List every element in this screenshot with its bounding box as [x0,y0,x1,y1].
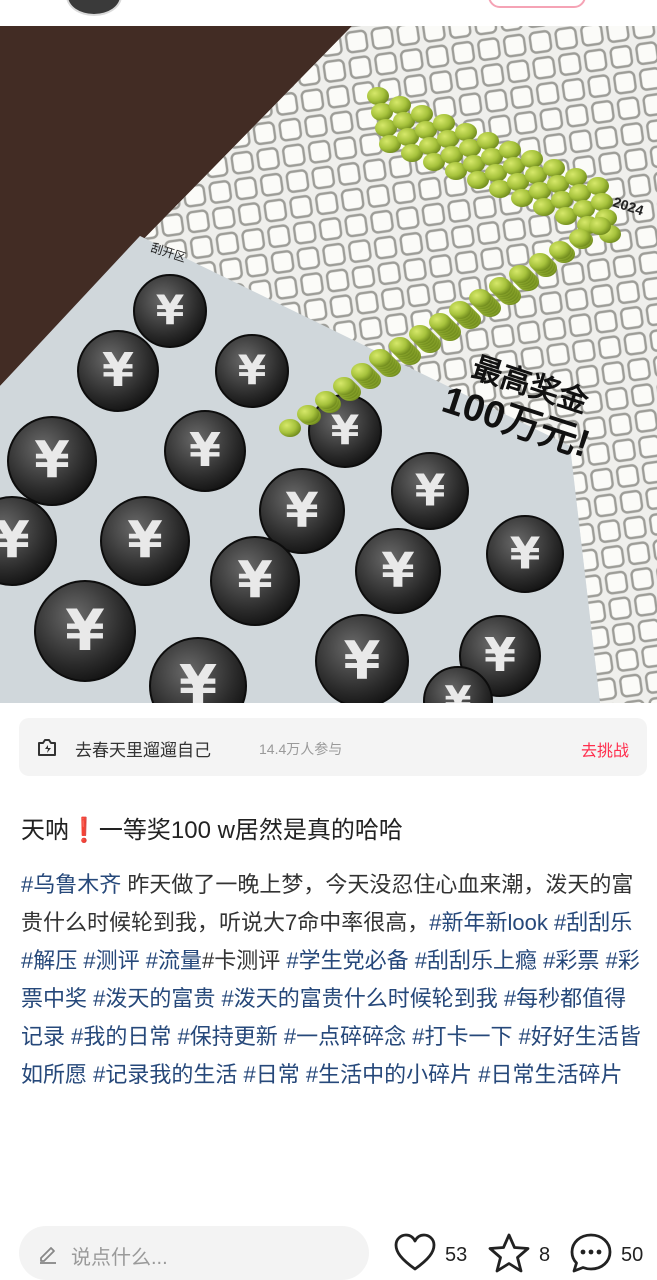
pencil-icon [40,1247,56,1264]
challenge-cta-button[interactable]: 去挑战 [581,737,629,761]
svg-text:¥: ¥ [415,465,446,516]
hashtag-link[interactable]: #乌鲁木齐 [21,872,121,897]
hashtag-link[interactable]: #日常 [244,1062,300,1087]
comment-bubble-icon [570,1233,612,1273]
svg-text:¥: ¥ [484,628,516,682]
hashtag-link[interactable]: #刮刮乐 [554,910,632,935]
svg-text:¥: ¥ [34,432,70,491]
svg-text:¥: ¥ [444,679,471,703]
yuan-coin-icon: ¥ [100,496,190,586]
header-strip [0,0,657,26]
svg-text:¥: ¥ [331,407,360,455]
hashtag-link[interactable]: #彩票 [543,948,599,973]
exclamation-emoji: ❗ [69,817,99,844]
comment-button[interactable]: 50 [569,1232,653,1276]
star-icon [488,1233,530,1273]
hashtag-link[interactable]: #新年新look [429,910,548,935]
yuan-coin-icon: ¥ [7,416,97,506]
yuan-coin-icon: ¥ [34,580,136,682]
bottom-action-bar: 说点什么... 53 8 50 [0,1210,657,1280]
yuan-coin-icon: ¥ [133,274,207,348]
body-text: #卡测评 [202,948,287,973]
hashtag-link[interactable]: #学生党必备 [286,948,408,973]
challenge-participants: 14.4万人参与 [259,741,343,757]
hashtag-link[interactable]: #泼天的富贵什么时候轮到我 [222,986,498,1011]
svg-text:¥: ¥ [237,552,273,611]
hashtag-link[interactable]: #测评 [83,948,139,973]
post-title-start: 天呐 [21,817,69,844]
post-photo[interactable]: ¥ ¥ ¥ ¥ ¥ ¥ ¥ ¥ ¥ ¥ ¥ ¥ ¥ ¥ ¥ ¥ ¥ ¥ 最高奖金 100万元! 刮开区 2024 [0,26,657,703]
hashtag-link[interactable]: #保持更新 [178,1024,278,1049]
svg-text:¥: ¥ [510,528,541,579]
post-body: #乌鲁木齐 昨天做了一晚上梦，今天没忍住心血来潮，泼天的富贵什么时候轮到我，听说… [21,866,645,1094]
author-avatar[interactable] [66,0,122,16]
yuan-coin-icon: ¥ [77,330,159,412]
yuan-coin-icon: ¥ [355,528,441,614]
hashtag-link[interactable]: #记录我的生活 [93,1062,237,1087]
svg-text:¥: ¥ [344,630,381,691]
hashtag-link[interactable]: #打卡一下 [412,1024,512,1049]
svg-text:¥: ¥ [189,423,221,477]
hashtag-link[interactable]: #日常生活碎片 [478,1062,622,1087]
like-button[interactable]: 53 [393,1232,473,1276]
scratch-ticket-illustration: ¥¥ ¥¥¥ ¥¥¥ ¥¥¥ ¥ ¥¥¥ ¥ ¥¥ 最高奖金 100万元! 刮开区 2024 [0,26,657,703]
comment-input[interactable]: 说点什么... [19,1226,369,1280]
yuan-coin-icon: ¥ [210,536,300,626]
challenge-name: 去春天里遛遛自己 [75,741,211,760]
svg-text:¥: ¥ [156,287,185,335]
hashtag-link[interactable]: #刮刮乐上瘾 [415,948,537,973]
favorite-button[interactable]: 8 [487,1232,557,1276]
follow-button[interactable] [488,0,586,8]
live-camera-icon [38,739,56,756]
hashtag-link[interactable]: #泼天的富贵 [93,986,215,1011]
svg-text:¥: ¥ [102,343,134,397]
challenge-card[interactable]: 去春天里遛遛自己 14.4万人参与 去挑战 [19,718,647,776]
yuan-coin-icon: ¥ [486,515,564,593]
svg-text:¥: ¥ [65,598,105,664]
svg-text:¥: ¥ [179,653,217,703]
post-title-end: 一等奖100 w居然是真的哈哈 [98,817,403,844]
yuan-coin-icon: ¥ [391,452,469,530]
yuan-coin-icon: ¥ [315,614,409,703]
svg-text:¥: ¥ [127,512,163,571]
comment-placeholder: 说点什么... [71,1247,168,1269]
hashtag-link[interactable]: #流量 [146,948,202,973]
hashtag-link[interactable]: #一点碎碎念 [284,1024,406,1049]
svg-text:¥: ¥ [381,543,414,599]
heart-icon [394,1233,436,1271]
svg-text:¥: ¥ [0,512,30,571]
svg-text:¥: ¥ [238,347,267,395]
like-count: 53 [445,1244,468,1266]
hashtag-link[interactable]: #解压 [21,948,77,973]
svg-text:¥: ¥ [285,483,318,539]
comment-count: 50 [621,1244,644,1266]
yuan-coin-icon: ¥ [164,410,246,492]
yuan-coin-icon: ¥ [215,334,289,408]
hashtag-link[interactable]: #生活中的小碎片 [306,1062,472,1087]
post-title: 天呐❗一等奖100 w居然是真的哈哈 [21,810,403,845]
favorite-count: 8 [539,1244,551,1266]
hashtag-link[interactable]: #我的日常 [71,1024,171,1049]
